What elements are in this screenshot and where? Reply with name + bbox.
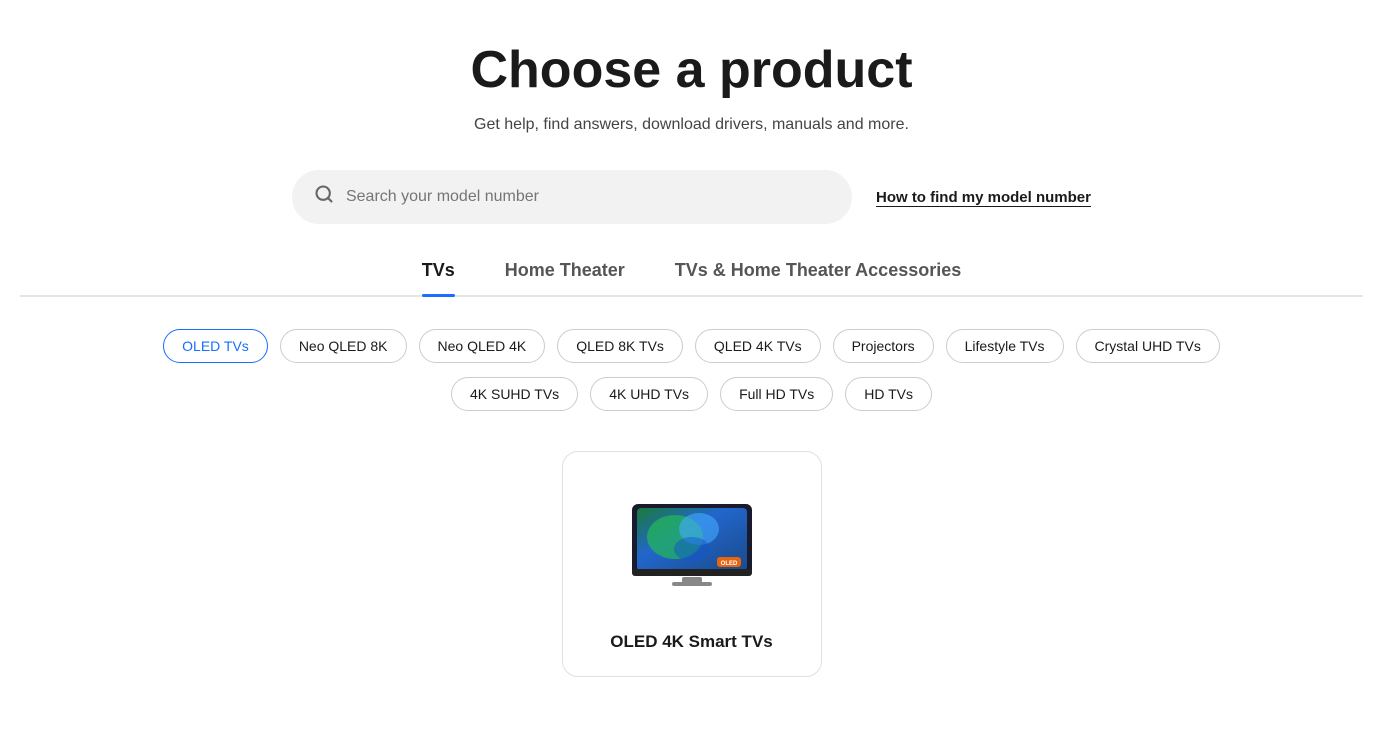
tab-item-tvs[interactable]: TVs [422,260,455,295]
filter-chip-neo-qled-4k[interactable]: Neo QLED 4K [419,329,546,363]
product-card[interactable]: OLED OLED 4K Smart TVs [562,451,822,677]
filters-row-2: 4K SUHD TVs 4K UHD TVs Full HD TVs HD TVs [451,377,932,411]
page-subtitle: Get help, find answers, download drivers… [474,116,909,134]
filter-chip-4k-suhd-tvs[interactable]: 4K SUHD TVs [451,377,578,411]
product-label: OLED 4K Smart TVs [610,632,773,652]
filter-chip-qled-4k-tvs[interactable]: QLED 4K TVs [695,329,821,363]
page-wrapper: Choose a product Get help, find answers,… [0,0,1383,717]
filters-row-1: OLED TVs Neo QLED 8K Neo QLED 4K QLED 8K TV… [163,329,1220,363]
tab-item-home-theater[interactable]: Home Theater [505,260,625,295]
model-help-link[interactable]: How to find my model number [876,189,1091,206]
search-row: How to find my model number [20,170,1363,224]
search-box [292,170,852,224]
search-icon [314,184,334,210]
tab-item-accessories[interactable]: TVs & Home Theater Accessories [675,260,961,295]
filter-chip-projectors[interactable]: Projectors [833,329,934,363]
tv-image: OLED [627,499,757,589]
filter-chip-full-hd-tvs[interactable]: Full HD TVs [720,377,833,411]
filter-chip-oled-tvs[interactable]: OLED TVs [163,329,268,363]
search-input[interactable] [346,188,830,206]
tabs-row: TVs Home Theater TVs & Home Theater Access… [20,260,1363,297]
filter-chip-neo-qled-8k[interactable]: Neo QLED 8K [280,329,407,363]
svg-text:OLED: OLED [720,561,737,567]
filter-chip-crystal-uhd-tvs[interactable]: Crystal UHD TVs [1076,329,1220,363]
page-title: Choose a product [470,40,912,100]
filter-chip-hd-tvs[interactable]: HD TVs [845,377,932,411]
filter-chip-4k-uhd-tvs[interactable]: 4K UHD TVs [590,377,708,411]
filter-chip-qled-8k-tvs[interactable]: QLED 8K TVs [557,329,683,363]
filter-chip-lifestyle-tvs[interactable]: Lifestyle TVs [946,329,1064,363]
product-image-area: OLED [612,484,772,604]
